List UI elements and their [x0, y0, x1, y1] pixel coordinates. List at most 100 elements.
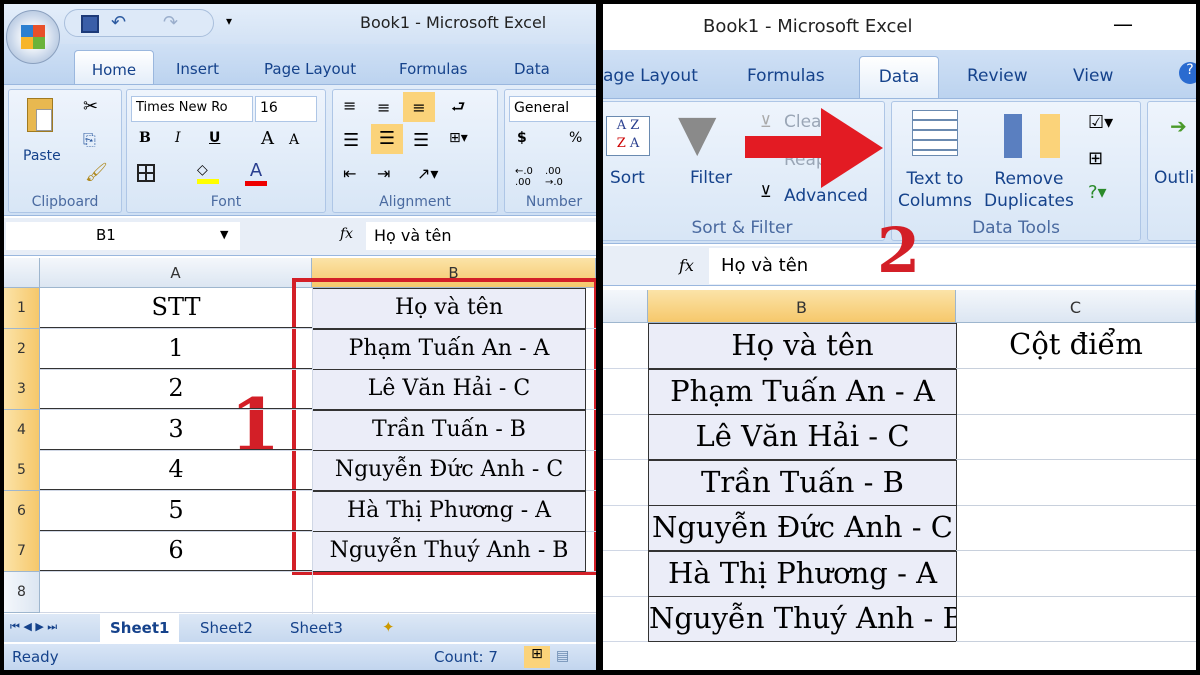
- tab-formulas[interactable]: Formulas: [399, 60, 467, 78]
- cut-icon[interactable]: ✂: [83, 96, 98, 117]
- office-button[interactable]: [6, 10, 60, 64]
- row-header[interactable]: 4: [4, 409, 40, 451]
- row-header[interactable]: 1: [4, 288, 40, 329]
- undo-icon[interactable]: ↶: [111, 12, 126, 33]
- font-size-dropdown[interactable]: 16: [255, 96, 317, 122]
- text-to-columns-button[interactable]: Text to Columns: [898, 168, 972, 212]
- align-top-icon[interactable]: ≡: [343, 96, 356, 115]
- decrease-decimal-icon[interactable]: .00 →.0: [545, 166, 563, 188]
- wrap-text-icon[interactable]: ⮐: [451, 96, 465, 123]
- cell-a4[interactable]: 3: [40, 410, 312, 450]
- grow-font-icon[interactable]: A: [261, 128, 274, 149]
- row-header[interactable]: 6: [4, 490, 40, 532]
- redo-icon[interactable]: ↷: [163, 12, 178, 33]
- name-box[interactable]: B1: [6, 222, 240, 250]
- column-header-a-partial[interactable]: [603, 290, 648, 323]
- tab-home[interactable]: Home: [74, 50, 154, 85]
- cell-b1[interactable]: Họ và tên: [312, 288, 586, 329]
- cell-c6[interactable]: [956, 551, 1196, 597]
- what-if-analysis-icon[interactable]: ?▾: [1088, 182, 1107, 203]
- cell-c1[interactable]: Cột điểm: [956, 323, 1196, 369]
- cell-b3[interactable]: Lê Văn Hải - C: [312, 369, 586, 410]
- help-icon[interactable]: ?: [1179, 62, 1196, 84]
- cell-b4[interactable]: Trần Tuấn - B: [648, 459, 957, 506]
- column-header-b[interactable]: B: [648, 290, 956, 323]
- sheet-tab-sheet2[interactable]: Sheet2: [200, 619, 253, 637]
- cell-b1[interactable]: Họ và tên: [648, 323, 957, 369]
- fill-color-icon[interactable]: ◇: [197, 162, 219, 184]
- tab-data[interactable]: Data: [859, 56, 939, 99]
- remove-duplicates-button[interactable]: Remove Duplicates: [984, 168, 1074, 212]
- cell-b2[interactable]: Phạm Tuấn An - A: [648, 368, 957, 415]
- row-header[interactable]: 2: [4, 328, 40, 370]
- cell-a1[interactable]: STT: [40, 288, 312, 328]
- minimize-icon[interactable]: —: [1113, 12, 1133, 36]
- currency-button[interactable]: $: [517, 130, 527, 146]
- number-format-dropdown[interactable]: General: [509, 96, 596, 122]
- row-header[interactable]: 5: [4, 450, 40, 491]
- cell-b6[interactable]: Hà Thị Phương - A: [648, 550, 957, 597]
- font-color-icon[interactable]: A: [245, 160, 267, 186]
- align-middle-icon[interactable]: ≡: [377, 98, 390, 117]
- formula-input[interactable]: Họ và tên: [709, 248, 1196, 284]
- insert-sheet-icon[interactable]: ✦: [382, 618, 395, 636]
- cell-a6[interactable]: 5: [40, 491, 312, 531]
- normal-view-icon[interactable]: ⊞: [524, 646, 550, 668]
- customize-qat-icon[interactable]: ▾: [226, 14, 232, 28]
- tab-page-layout[interactable]: age Layout: [603, 66, 698, 86]
- page-layout-view-icon[interactable]: ▤: [556, 648, 569, 664]
- underline-button[interactable]: U: [209, 130, 220, 146]
- sort-button[interactable]: Sort: [610, 168, 645, 188]
- cell-a2[interactable]: 1: [40, 329, 312, 369]
- row-header[interactable]: 3: [4, 369, 40, 410]
- align-right-icon[interactable]: ☰: [413, 130, 429, 151]
- tab-view[interactable]: View: [1073, 66, 1113, 86]
- filter-button[interactable]: Filter: [690, 168, 732, 188]
- percent-button[interactable]: %: [569, 130, 582, 146]
- increase-indent-icon[interactable]: ⇥: [377, 164, 390, 183]
- column-header-c[interactable]: C: [956, 290, 1196, 323]
- cell-c5[interactable]: [956, 505, 1196, 551]
- outline-button[interactable]: Outli: [1154, 168, 1194, 188]
- cell-b3[interactable]: Lê Văn Hải - C: [648, 414, 957, 460]
- tab-data[interactable]: Data: [514, 60, 550, 78]
- tab-formulas[interactable]: Formulas: [747, 66, 825, 86]
- cell-b7[interactable]: Nguyễn Thuý Anh - B: [648, 596, 957, 642]
- cell-a5[interactable]: 4: [40, 450, 312, 490]
- align-bottom-icon[interactable]: ≡: [403, 92, 435, 122]
- consolidate-icon[interactable]: ⊞: [1088, 148, 1103, 169]
- cell-c7[interactable]: [956, 596, 1196, 642]
- cell-b4[interactable]: Trần Tuấn - B: [312, 409, 586, 451]
- formula-input[interactable]: Họ và tên: [366, 222, 596, 250]
- sheet-tab-sheet1[interactable]: Sheet1: [100, 614, 180, 642]
- fx-icon[interactable]: fx: [679, 256, 694, 275]
- increase-decimal-icon[interactable]: ←.0.00: [515, 166, 533, 188]
- format-painter-icon[interactable]: 🖌: [85, 162, 108, 183]
- paste-button[interactable]: Paste: [23, 148, 61, 164]
- cell-a7[interactable]: 6: [40, 531, 312, 571]
- cell-c4[interactable]: [956, 460, 1196, 506]
- advanced-button[interactable]: Advanced: [784, 186, 868, 206]
- cell-b6[interactable]: Hà Thị Phương - A: [312, 490, 586, 532]
- cell-b5[interactable]: Nguyễn Đức Anh - C: [312, 450, 586, 491]
- align-center-icon[interactable]: ☰: [371, 124, 403, 154]
- cell-b2[interactable]: Phạm Tuấn An - A: [312, 328, 586, 370]
- sheet-nav-icons[interactable]: ⏮ ◀ ▶ ⏭: [10, 620, 57, 634]
- cell-c3[interactable]: [956, 414, 1196, 460]
- copy-icon[interactable]: ⎘: [83, 130, 96, 150]
- merge-center-icon[interactable]: ⊞▾: [449, 130, 468, 146]
- orientation-icon[interactable]: ↗▾: [417, 164, 438, 183]
- row-header[interactable]: 8: [4, 571, 40, 613]
- select-all-corner[interactable]: [4, 258, 40, 288]
- decrease-indent-icon[interactable]: ⇤: [343, 164, 356, 183]
- data-validation-icon[interactable]: ☑▾: [1088, 112, 1113, 133]
- row-header[interactable]: 7: [4, 531, 40, 572]
- borders-icon[interactable]: [137, 164, 155, 182]
- tab-page-layout[interactable]: Page Layout: [264, 60, 356, 78]
- tab-review[interactable]: Review: [967, 66, 1028, 86]
- italic-button[interactable]: I: [175, 130, 181, 146]
- cell-a3[interactable]: 2: [40, 369, 312, 409]
- sheet-tab-sheet3[interactable]: Sheet3: [290, 619, 343, 637]
- cell-b7[interactable]: Nguyễn Thuý Anh - B: [312, 531, 586, 572]
- cell-b5[interactable]: Nguyễn Đức Anh - C: [648, 505, 957, 551]
